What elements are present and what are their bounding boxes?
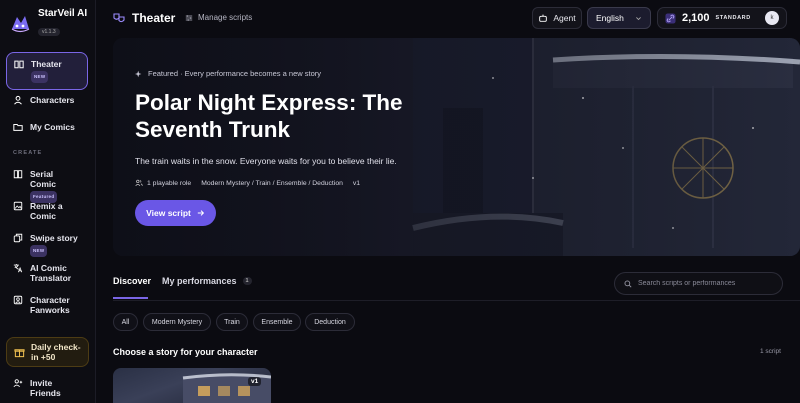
- brand[interactable]: StarVeil AI v1.1.3: [8, 8, 87, 38]
- active-tab-indicator: [113, 297, 148, 299]
- invite-label: Invite Friends: [30, 378, 61, 398]
- page-title-text: Theater: [132, 11, 176, 25]
- users-icon: [135, 179, 143, 187]
- page-title: Theater: [113, 11, 175, 25]
- tabs-divider: [113, 300, 800, 301]
- view-script-button[interactable]: View script: [135, 200, 216, 226]
- sidebar-item-label: Swipe story: [30, 233, 78, 243]
- genre-tags: Modern Mystery / Train / Ensemble / Dedu…: [201, 179, 343, 187]
- search-box[interactable]: [614, 272, 783, 295]
- new-badge: NEW: [30, 245, 48, 257]
- sidebar-item-label: Characters: [30, 95, 75, 105]
- tab-discover[interactable]: Discover: [113, 276, 151, 286]
- book-open-icon: [14, 60, 24, 69]
- filter-chip-ensemble[interactable]: Ensemble: [253, 313, 301, 331]
- card-version-badge: v1: [248, 377, 262, 386]
- sidebar-item-label: Serial Comic: [30, 169, 56, 189]
- featured-tagline: Featured · Every performance becomes a n…: [135, 69, 321, 78]
- performance-count-badge: 1: [242, 277, 252, 285]
- sidebar-item-label: My Comics: [30, 122, 75, 132]
- sidebar-item-ai-comic-translator[interactable]: AI Comic Translator: [6, 257, 88, 289]
- invite-friends-button[interactable]: Invite Friends: [6, 372, 88, 403]
- language-value: English: [596, 13, 624, 23]
- robot-icon: [539, 14, 548, 22]
- agent-button[interactable]: Agent: [532, 7, 582, 29]
- sidebar-item-remix-comic[interactable]: Remix a Comic: [6, 195, 88, 227]
- tab-label: My performances: [162, 276, 237, 286]
- book-icon: [13, 170, 23, 179]
- script-count: 1 script: [760, 348, 781, 355]
- view-script-label: View script: [146, 208, 191, 218]
- script-version: v1: [352, 179, 361, 187]
- new-badge: NEW: [31, 71, 49, 83]
- translate-icon: [13, 264, 23, 273]
- user-plus-icon: [13, 379, 23, 388]
- hero-description: The train waits in the snow. Everyone wa…: [135, 156, 397, 166]
- checkin-label: Daily check-in +50: [31, 342, 81, 362]
- plan-badge: STANDARD: [715, 15, 751, 21]
- avatar[interactable]: k: [765, 11, 779, 25]
- sidebar-item-character-fanworks[interactable]: Character Fanworks: [6, 289, 88, 321]
- card-train-illustration: [182, 373, 271, 403]
- sidebar-item-label: AI Comic Translator: [30, 263, 72, 283]
- filter-chip-modern-mystery[interactable]: Modern Mystery: [143, 313, 211, 331]
- featured-hero: Featured · Every performance becomes a n…: [113, 38, 800, 256]
- create-section-label: CREATE: [13, 150, 43, 156]
- hero-meta: 1 playable role Modern Mystery / Train /…: [135, 179, 360, 187]
- role-count-text: 1 playable role: [147, 179, 192, 187]
- role-count: 1 playable role: [135, 179, 191, 187]
- credits-amount: 2,100: [682, 12, 710, 24]
- story-list-heading: Choose a story for your character: [113, 347, 258, 357]
- sidebar-item-theater[interactable]: Theater NEW: [6, 52, 88, 90]
- user-icon: [14, 95, 22, 105]
- logo-icon: [11, 16, 30, 33]
- sidebar: StarVeil AI v1.1.3 Theater NEW Character…: [0, 0, 96, 403]
- app-version: v1.1.3: [38, 28, 60, 36]
- image-icon: [13, 201, 23, 211]
- gift-icon: [14, 348, 25, 357]
- sidebar-item-label: Character Fanworks: [30, 295, 70, 315]
- filter-chip-train[interactable]: Train: [216, 313, 248, 331]
- app-name: StarVeil AI: [38, 8, 88, 19]
- sidebar-item-my-comics[interactable]: My Comics: [6, 116, 88, 138]
- tab-my-performances[interactable]: My performances 1: [162, 276, 252, 286]
- portrait-icon: [13, 295, 23, 305]
- sidebar-item-characters[interactable]: Characters: [6, 89, 88, 111]
- arrow-right-icon: [197, 210, 204, 216]
- sidebar-item-label: Theater: [31, 59, 62, 69]
- credits-display[interactable]: 2,100 STANDARD k: [657, 7, 787, 29]
- language-select[interactable]: English: [587, 7, 651, 29]
- link-icon: [665, 12, 676, 24]
- chevron-down-icon: [636, 16, 641, 20]
- featured-text: Featured · Every performance becomes a n…: [148, 69, 321, 78]
- script-card-thumbnail[interactable]: [113, 368, 271, 403]
- cards-icon: [13, 233, 23, 243]
- sidebar-item-label: Remix a Comic: [30, 201, 63, 221]
- manage-scripts-link[interactable]: Manage scripts: [185, 13, 252, 22]
- search-input[interactable]: [638, 280, 773, 287]
- search-icon: [624, 280, 632, 288]
- hero-title: Polar Night Express: The Seventh Trunk: [135, 90, 403, 142]
- daily-checkin-button[interactable]: Daily check-in +50: [6, 337, 89, 367]
- sparkles-icon: [135, 70, 142, 77]
- filter-chip-all[interactable]: All: [113, 313, 138, 331]
- theater-masks-icon: [113, 13, 125, 23]
- manage-scripts-label: Manage scripts: [198, 13, 253, 22]
- agent-label: Agent: [553, 13, 576, 23]
- sliders-icon: [185, 14, 193, 21]
- folder-icon: [13, 124, 23, 131]
- filter-chip-deduction[interactable]: Deduction: [305, 313, 355, 331]
